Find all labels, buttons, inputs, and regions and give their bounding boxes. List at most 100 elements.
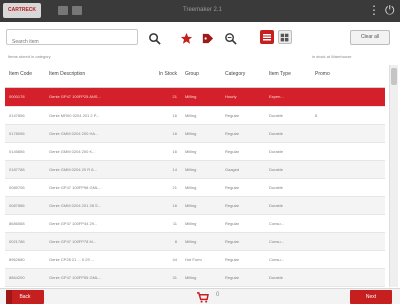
cell-in-stock: 16 <box>143 106 181 125</box>
menu-icon[interactable] <box>72 6 82 15</box>
cell-item-description: Genie CP28 21 ... 0.29 ... <box>45 250 143 269</box>
items-table: Item Code Item Description In Stock Grou… <box>5 61 385 287</box>
search-button[interactable] <box>146 31 163 45</box>
cell-promo <box>311 142 385 161</box>
table-row[interactable]: 8962680 Genie CP28 21 ... 0.29 ... 44 Ho… <box>5 250 385 269</box>
cell-category: Regular <box>221 196 265 215</box>
cell-item-type: Durable <box>265 268 311 287</box>
cell-category: Regular <box>221 214 265 233</box>
column-header-promo[interactable]: Promo <box>311 61 385 88</box>
table-row[interactable]: 0147856 Genie MR00 0204 201 2 P... 16 Mi… <box>5 106 385 125</box>
search-field[interactable] <box>6 29 138 49</box>
cell-item-description: Genie GP47 100FP44 29... <box>45 214 143 233</box>
zoom-filter-button[interactable] <box>222 31 239 45</box>
cell-group: Milling <box>181 178 221 197</box>
brand-logo: CARTRECK <box>3 3 41 18</box>
tag-button[interactable] <box>199 31 216 45</box>
home-icon[interactable] <box>58 6 68 15</box>
cell-group: Milling <box>181 124 221 143</box>
cell-item-code: 0145856 <box>5 142 45 161</box>
column-header-category[interactable]: Category <box>221 61 265 88</box>
footer-bar: Back 0 Next <box>0 288 400 304</box>
grid-view-button[interactable] <box>278 30 292 44</box>
back-button-label: Back <box>19 294 31 300</box>
column-header-group[interactable]: Group <box>181 61 221 88</box>
list-view-icon <box>263 34 271 41</box>
brand-name: CARTRECK <box>7 7 37 13</box>
cell-item-code: 0000178 <box>5 87 45 107</box>
cart-icon <box>196 291 209 303</box>
cell-in-stock: 8 <box>143 232 181 251</box>
table-row[interactable]: 0021786 Genie GP47 100FP78 M... 8 Millin… <box>5 232 385 251</box>
cell-group: Milling <box>181 232 221 251</box>
cell-item-description: Genie GP47 100FP25 ANS... <box>45 87 143 107</box>
column-header-item-description[interactable]: Item Description <box>45 61 143 88</box>
cell-category: Regular <box>221 106 265 125</box>
table-scrollbar[interactable] <box>389 65 398 287</box>
power-icon[interactable]: ⏻ <box>385 3 395 17</box>
cell-item-code: 8686568 <box>5 214 45 233</box>
cell-item-description: Genie GP47 100FP78 M... <box>45 232 143 251</box>
table-row-selected[interactable]: 0000178 Genie GP47 100FP25 ANS... 21 Mil… <box>5 87 385 107</box>
cell-item-type: Consu... <box>265 232 311 251</box>
search-icon <box>149 32 161 45</box>
cell-promo <box>311 124 385 143</box>
column-header-item-type[interactable]: Item Type <box>265 61 311 88</box>
category-status-label: Items stored in category <box>8 54 51 59</box>
cell-promo <box>311 160 385 179</box>
cell-item-description: Genie MR00 0204 201 2 P... <box>45 106 143 125</box>
cell-item-description: Genie GMM 0204 200 K... <box>45 142 143 161</box>
table-row[interactable]: 0145856 Genie GMM 0204 200 K... 16 Milli… <box>5 142 385 161</box>
cell-item-code: 8962680 <box>5 250 45 269</box>
cell-item-code: 8864200 <box>5 268 45 287</box>
cell-item-type: Durable <box>265 142 311 161</box>
column-header-in-stock[interactable]: In Stock <box>143 61 181 88</box>
cell-promo <box>311 196 385 215</box>
table-row[interactable]: 0087586 Genie GMM 0204 201 28 S... 16 Mi… <box>5 196 385 215</box>
table-row[interactable]: 8686568 Genie GP47 100FP44 29... 11 Mill… <box>5 214 385 233</box>
cell-in-stock: 11 <box>143 214 181 233</box>
cell-promo <box>311 214 385 233</box>
cell-in-stock: 31 <box>143 268 181 287</box>
cell-group: Milling <box>181 160 221 179</box>
cell-category: Gaaged <box>221 160 265 179</box>
warehouse-status-label: in stock at Warehouse <box>312 54 352 59</box>
favorite-star-icon <box>180 32 193 44</box>
cell-category: Regular <box>221 268 265 287</box>
favorite-button[interactable] <box>178 31 195 45</box>
cell-group: Milling <box>181 142 221 161</box>
cell-item-code: 0178096 <box>5 124 45 143</box>
cell-item-code: 0085706 <box>5 178 45 197</box>
cell-promo <box>311 87 385 107</box>
cell-item-type: Durable <box>265 124 311 143</box>
cell-item-code: 0087586 <box>5 196 45 215</box>
cell-group: Hot Form <box>181 250 221 269</box>
cell-in-stock: 16 <box>143 196 181 215</box>
window-title: Treemaker 2.1 <box>183 7 222 13</box>
more-vertical-icon[interactable]: ⋮ <box>368 3 380 17</box>
top-icon-group <box>58 6 82 15</box>
list-view-button[interactable] <box>260 30 274 44</box>
column-header-item-code[interactable]: Item Code <box>5 61 45 88</box>
table-row[interactable]: 8864200 Genie GP47 100FP55 GML... 31 Mil… <box>5 268 385 287</box>
cell-item-type: Expen... <box>265 87 311 107</box>
cell-item-description: Genie GP47 100FP55 GML... <box>45 268 143 287</box>
clear-all-button[interactable]: Clear all <box>350 30 390 45</box>
cell-in-stock: 21 <box>143 87 181 107</box>
search-input[interactable] <box>7 35 137 49</box>
cell-item-type: Consu... <box>265 214 311 233</box>
top-bar: CARTRECK Treemaker 2.1 ⋮ ⏻ <box>0 0 400 22</box>
cell-category: Regular <box>221 124 265 143</box>
cell-in-stock: 14 <box>143 160 181 179</box>
cell-promo <box>311 250 385 269</box>
scrollbar-thumb[interactable] <box>391 68 397 85</box>
table-row[interactable]: 0178096 Genie GMM 0204 200 HA... 16 Mill… <box>5 124 385 143</box>
cell-item-type: Durable <box>265 106 311 125</box>
cart-button[interactable] <box>193 290 211 304</box>
table-row[interactable]: 0085706 Genie GP47 100FP98 GML... 21 Mil… <box>5 178 385 197</box>
cell-in-stock: 16 <box>143 124 181 143</box>
cell-item-code: 0147856 <box>5 106 45 125</box>
next-button[interactable]: Next <box>350 290 392 304</box>
back-button[interactable]: Back <box>6 290 44 304</box>
table-row[interactable]: 0187788 Genie GMM 0204 20 R 8... 14 Mill… <box>5 160 385 179</box>
